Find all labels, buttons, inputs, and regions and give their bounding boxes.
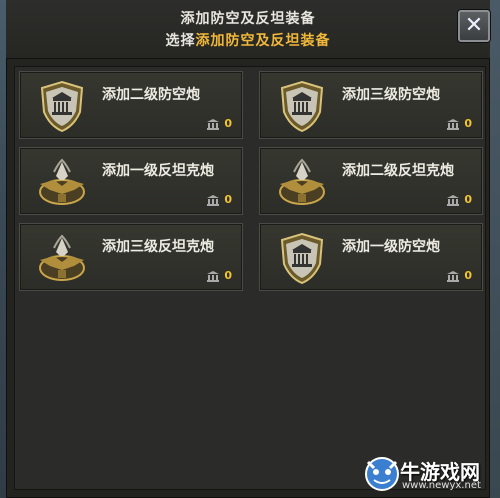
watermark-url: www.newyx.net (402, 480, 481, 491)
equipment-grid: 添加二级防空炮 0 添加三级防空炮 0 添加一级反坦克炮 0 添加二级反坦克炮 … (14, 66, 486, 490)
dialog-header: 添加防空及反坦装备 选择添加防空及反坦装备 ✕ (6, 0, 490, 59)
equipment-card[interactable]: 添加三级防空炮 0 (259, 71, 483, 139)
equipment-count: 0 (224, 117, 232, 130)
equipment-count: 0 (224, 193, 232, 206)
equipment-card[interactable]: 添加二级反坦克炮 0 (259, 147, 483, 215)
dialog-subtitle: 选择添加防空及反坦装备 (6, 30, 490, 50)
dialog-title: 添加防空及反坦装备 (180, 11, 316, 27)
equipment-name: 添加一级防空炮 (342, 239, 440, 255)
building-icon (207, 119, 219, 130)
building-icon (447, 271, 459, 282)
equipment-name: 添加一级反坦克炮 (102, 163, 214, 179)
eagle-emblem-icon (39, 234, 85, 281)
equipment-count: 0 (464, 117, 472, 130)
equipment-card[interactable]: 添加一级防空炮 0 (259, 223, 483, 291)
subtitle-prefix: 选择 (165, 33, 196, 49)
shield-icon (280, 80, 324, 133)
map-background-right (490, 0, 500, 498)
shield-icon (40, 80, 84, 133)
equipment-name: 添加二级反坦克炮 (342, 163, 454, 179)
building-icon (207, 195, 219, 206)
equipment-name: 添加三级防空炮 (342, 87, 440, 103)
equipment-name: 添加三级反坦克炮 (102, 239, 214, 255)
building-icon (447, 119, 459, 130)
equipment-card[interactable]: 添加三级反坦克炮 0 (19, 223, 243, 291)
close-icon: ✕ (464, 13, 484, 38)
equipment-count: 0 (464, 269, 472, 282)
building-icon (207, 271, 219, 282)
equipment-name: 添加二级防空炮 (102, 87, 200, 103)
eagle-emblem-icon (39, 158, 85, 205)
eagle-emblem-icon (279, 158, 325, 205)
equipment-dialog: 添加防空及反坦装备 选择添加防空及反坦装备 ✕ 添加二级防空炮 0 添加三级防空… (6, 0, 490, 498)
subtitle-highlight: 添加防空及反坦装备 (195, 33, 331, 49)
close-button[interactable]: ✕ (458, 10, 490, 42)
equipment-count: 0 (464, 193, 472, 206)
equipment-card[interactable]: 添加一级反坦克炮 0 (19, 147, 243, 215)
equipment-card[interactable]: 添加二级防空炮 0 (19, 71, 243, 139)
building-icon (447, 195, 459, 206)
equipment-count: 0 (224, 269, 232, 282)
shield-icon (280, 232, 324, 285)
